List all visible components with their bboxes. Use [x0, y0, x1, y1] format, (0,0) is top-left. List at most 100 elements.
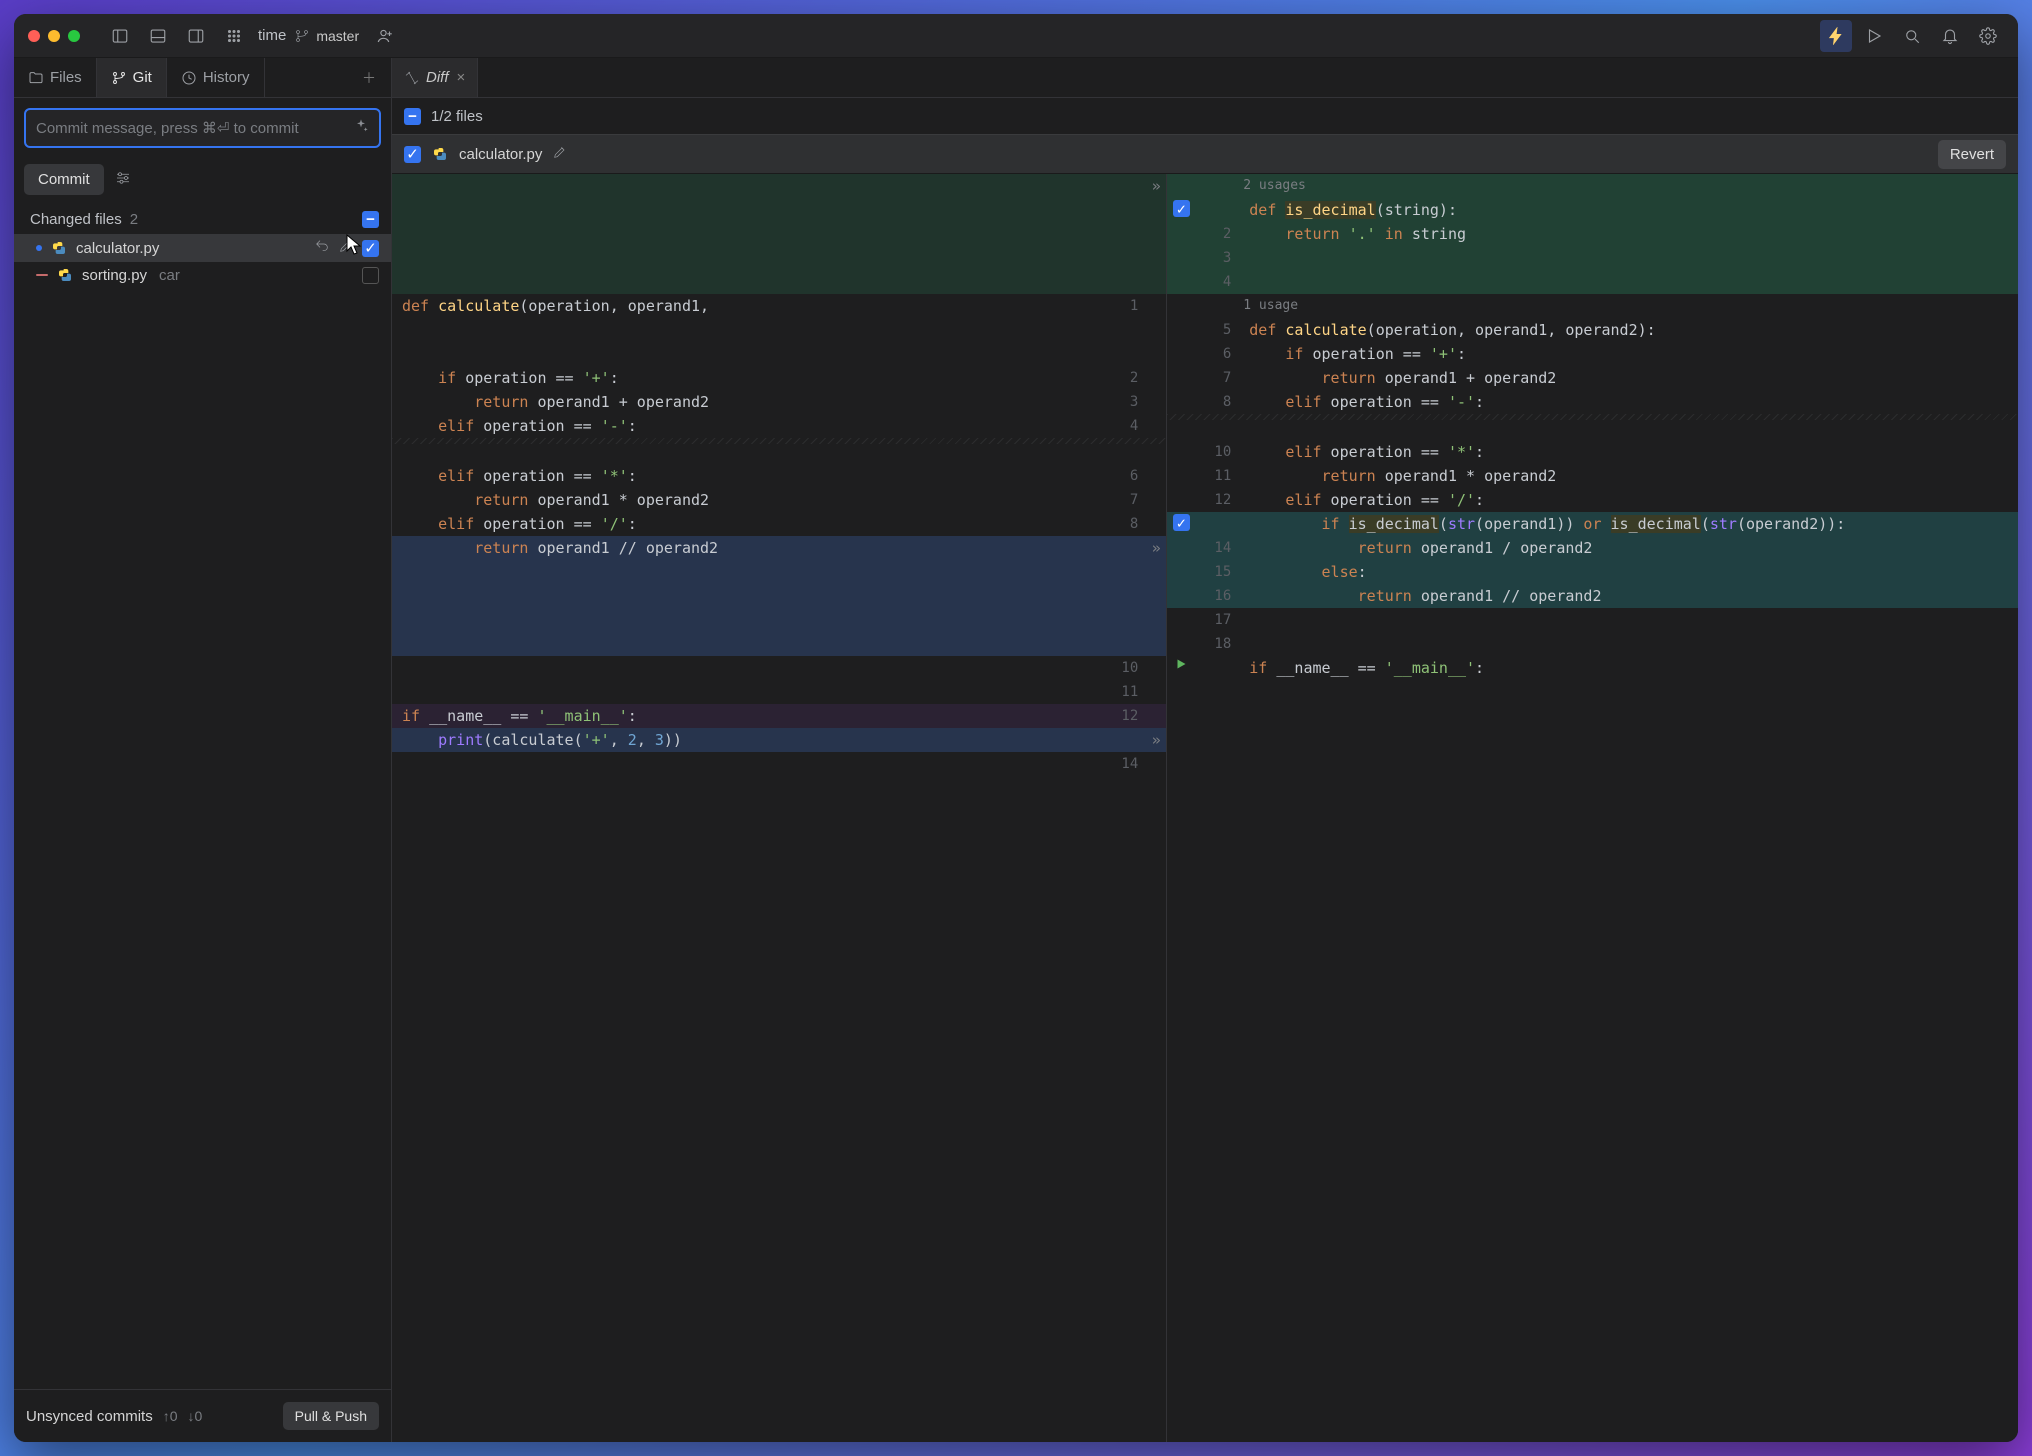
revert-button[interactable]: Revert	[1938, 140, 2006, 169]
git-panel: Files Git History ＋ Commit	[14, 58, 392, 1442]
expand-chevron-icon[interactable]: »	[1146, 536, 1166, 560]
main-split: Files Git History ＋ Commit	[14, 58, 2018, 1442]
line-number: 7	[1195, 366, 1239, 390]
changed-files-label: Changed files	[30, 211, 122, 228]
tab-git-label: Git	[133, 69, 152, 86]
python-file-icon	[56, 266, 74, 284]
file-checkbox[interactable]: ✓	[362, 240, 379, 257]
line-number: 6	[1102, 464, 1146, 488]
line-number: 12	[1102, 704, 1146, 728]
tab-history-label: History	[203, 69, 250, 86]
folder-icon	[28, 70, 44, 86]
history-icon	[181, 70, 197, 86]
commit-message-input[interactable]	[36, 120, 353, 137]
run-icon[interactable]	[1858, 20, 1890, 52]
commit-message-input-wrapper	[24, 108, 381, 148]
run-gutter-icon[interactable]	[1167, 656, 1195, 670]
unsynced-down: ↓0	[188, 1408, 203, 1424]
tab-diff[interactable]: Diff ×	[392, 58, 478, 97]
inlay-hint: 2 usages	[1239, 174, 2018, 198]
line-number: 3	[1195, 246, 1239, 270]
line-number: 14	[1102, 752, 1146, 776]
settings-gear-icon[interactable]	[1972, 20, 2004, 52]
select-all-checkbox[interactable]: −	[362, 211, 379, 228]
line-number: 4	[1102, 414, 1146, 438]
left-tabs: Files Git History ＋	[14, 58, 391, 98]
revert-file-icon[interactable]	[314, 238, 330, 258]
line-number: 10	[1102, 656, 1146, 680]
line-number: 3	[1102, 390, 1146, 414]
add-user-icon[interactable]	[369, 20, 401, 52]
branch-selector[interactable]: master	[294, 28, 359, 44]
hunk-checkbox[interactable]: ✓	[1173, 514, 1190, 531]
tab-diff-label: Diff	[426, 69, 449, 86]
search-icon[interactable]	[1896, 20, 1928, 52]
line-number: 11	[1102, 680, 1146, 704]
changed-files-header: Changed files 2 −	[14, 201, 391, 234]
line-number: 12	[1195, 488, 1239, 512]
file-checkbox[interactable]	[362, 267, 379, 284]
diff-body[interactable]: » def calculate(operation, operand1, 1 i…	[392, 174, 2018, 1442]
line-number: 2	[1195, 222, 1239, 246]
line-number: 17	[1195, 608, 1239, 632]
add-tab-button[interactable]: ＋	[355, 64, 383, 92]
inlay-hint: 1 usage	[1239, 294, 2018, 318]
window-controls	[28, 30, 80, 42]
unsynced-up: ↑0	[163, 1408, 178, 1424]
diff-right-pane: 2 usages ✓ def is_decimal(string): 2 ret…	[1166, 174, 2018, 1442]
close-window-button[interactable]	[28, 30, 40, 42]
tab-files[interactable]: Files	[14, 58, 97, 97]
file-item-calculator[interactable]: calculator.py ✓	[14, 234, 391, 262]
line-number: 15	[1195, 560, 1239, 584]
commit-options-icon[interactable]	[114, 169, 132, 190]
changed-files-count: 2	[130, 211, 138, 228]
file-name: calculator.py	[76, 240, 159, 257]
deleted-dash-icon	[36, 274, 48, 276]
tab-history[interactable]: History	[167, 58, 265, 97]
git-branch-icon	[111, 70, 127, 86]
ai-bolt-icon[interactable]	[1820, 20, 1852, 52]
python-file-icon	[50, 239, 68, 257]
line-number: 8	[1195, 390, 1239, 414]
pull-push-button[interactable]: Pull & Push	[283, 1402, 379, 1430]
edit-file-icon[interactable]	[338, 238, 354, 258]
ai-suggest-icon[interactable]	[353, 118, 369, 138]
diff-file-count: 1/2 files	[431, 108, 483, 125]
grid-icon[interactable]	[218, 20, 250, 52]
changed-file-list: calculator.py ✓ sorting.py car	[14, 234, 391, 288]
hunk-checkbox[interactable]: ✓	[1173, 200, 1190, 217]
line-number: 7	[1102, 488, 1146, 512]
line-number: 2	[1102, 366, 1146, 390]
select-all-files-checkbox[interactable]: −	[404, 108, 421, 125]
rename-file-icon[interactable]	[552, 144, 568, 164]
line-number: 14	[1195, 536, 1239, 560]
expand-chevron-icon[interactable]: »	[1146, 728, 1166, 752]
zoom-window-button[interactable]	[68, 30, 80, 42]
panel-bottom-icon[interactable]	[142, 20, 174, 52]
diff-file-name: calculator.py	[459, 146, 542, 163]
panel-left-icon[interactable]	[104, 20, 136, 52]
commit-button[interactable]: Commit	[24, 164, 104, 195]
diff-left-pane: » def calculate(operation, operand1, 1 i…	[392, 174, 1166, 1442]
branch-name: master	[316, 28, 359, 44]
expand-chevron-icon[interactable]: »	[1146, 174, 1166, 198]
line-number: 10	[1195, 440, 1239, 464]
line-number: 18	[1195, 632, 1239, 656]
diff-panel: Diff × − 1/2 files ✓ calculator.py Rever…	[392, 58, 2018, 1442]
diff-icon	[404, 70, 420, 86]
diff-file-checkbox[interactable]: ✓	[404, 146, 421, 163]
tab-git[interactable]: Git	[97, 58, 167, 97]
project-name[interactable]: time	[258, 27, 286, 44]
unsynced-commits-row: Unsynced commits ↑0 ↓0 Pull & Push	[14, 1389, 391, 1442]
tab-files-label: Files	[50, 69, 82, 86]
file-name: sorting.py	[82, 267, 147, 284]
panel-right-icon[interactable]	[180, 20, 212, 52]
file-item-sorting[interactable]: sorting.py car	[14, 262, 391, 288]
notifications-icon[interactable]	[1934, 20, 1966, 52]
unsynced-label: Unsynced commits	[26, 1408, 153, 1425]
line-number: 8	[1102, 512, 1146, 536]
diff-summary-row: − 1/2 files	[392, 98, 2018, 134]
editor-tabs: Diff ×	[392, 58, 2018, 98]
minimize-window-button[interactable]	[48, 30, 60, 42]
close-tab-icon[interactable]: ×	[457, 69, 466, 86]
